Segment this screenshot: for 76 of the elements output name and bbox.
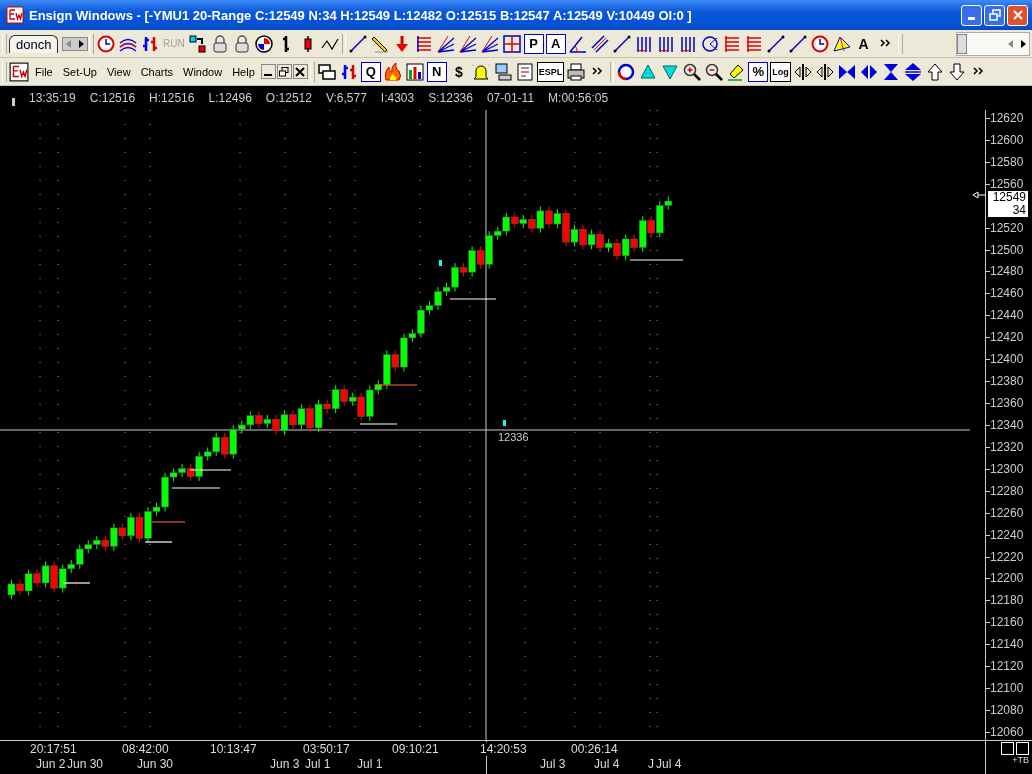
axis-label: 12320 [990, 438, 1024, 455]
menu-item[interactable]: File [31, 65, 57, 78]
menu-item[interactable]: View [103, 65, 135, 78]
axis-label: 12120 [990, 658, 1024, 675]
axis-label: 12200 [990, 570, 1024, 587]
date-label: Jun 30 [67, 757, 104, 771]
quote-value: 07-01-11 [486, 91, 535, 105]
corner-label[interactable]: +TB [1012, 755, 1029, 765]
toolbar-button[interactable]: % [748, 61, 769, 82]
toolbar-button[interactable]: N [426, 61, 447, 82]
axis-label: 12280 [990, 482, 1024, 499]
time-label: 00:26:14 [571, 742, 618, 756]
axis-label: 12600 [990, 131, 1024, 148]
quote-value: H:12516 [149, 91, 195, 105]
date-label: J [648, 757, 654, 771]
axis-label: 12260 [990, 504, 1024, 521]
axis-label: 12240 [990, 526, 1024, 543]
axis-label: 12060 [990, 723, 1024, 740]
chart-tab[interactable]: donch [9, 34, 59, 53]
toolbar-button[interactable]: A [853, 33, 874, 54]
date-label: Jun 30 [137, 757, 174, 771]
menu-item[interactable]: Help [228, 65, 259, 78]
axis-label: 12160 [990, 614, 1024, 631]
date-label: Jul 3 [540, 757, 566, 771]
axis-label: 12460 [990, 285, 1024, 302]
date-label: Jul 4 [656, 757, 682, 771]
quote-value: C:12516 [89, 91, 136, 105]
toolbar-button[interactable]: Q [360, 61, 381, 82]
quote-value: M:00:56:05 [548, 91, 609, 105]
axis-label: 12420 [990, 329, 1024, 346]
time-label: 09:10:21 [392, 742, 439, 756]
axis-label: 12380 [990, 373, 1024, 390]
toolbar-button[interactable]: ESPL [536, 61, 565, 82]
toolbar-button[interactable]: A [545, 33, 566, 54]
menu-item[interactable]: Set-Up [58, 65, 101, 78]
quote-value: L:12496 [208, 91, 252, 105]
axis-label: 12300 [990, 460, 1024, 477]
quote-value: O:12512 [265, 91, 312, 105]
last-price: 12549 [992, 190, 1026, 204]
date-label: Jul 1 [357, 757, 383, 771]
axis-label: 12400 [990, 351, 1024, 368]
time-label: 10:13:47 [210, 742, 257, 756]
crosshair-price-label: 12336 [498, 431, 529, 443]
quote-value: V:6,577 [325, 91, 367, 105]
time-label: 14:20:53 [480, 742, 527, 756]
axis-label: 12140 [990, 636, 1024, 653]
axis-label: 12500 [990, 241, 1024, 258]
bar-count: 34 [1012, 203, 1026, 217]
axis-label: 12480 [990, 263, 1024, 280]
menu-item[interactable]: Window [179, 65, 227, 78]
quote-value: 13:35:19 [29, 91, 76, 105]
axis-label: 12340 [990, 417, 1024, 433]
quote-value: I:4303 [380, 91, 415, 105]
axis-label: 12080 [990, 702, 1024, 719]
date-label: Jun 2 [36, 757, 66, 771]
axis-label: 12620 [990, 110, 1024, 126]
axis-label: 12360 [990, 395, 1024, 412]
toolbar-button[interactable]: $ [448, 61, 469, 82]
axis-label: 12220 [990, 548, 1024, 565]
axis-label: 12560 [990, 175, 1024, 192]
date-label: Jun 3 [270, 757, 300, 771]
quote-value: S:12336 [428, 91, 473, 105]
time-label: 03:50:17 [303, 742, 350, 756]
axis-label: 12100 [990, 680, 1024, 697]
axis-label: 12180 [990, 592, 1024, 609]
date-label: Jul 4 [594, 757, 620, 771]
axis-label: 12440 [990, 307, 1024, 324]
toolbar-button[interactable]: Log [770, 61, 791, 82]
axis-label: 12520 [990, 219, 1024, 236]
time-label: 20:17:51 [30, 742, 77, 756]
window-title: Ensign Windows - [-YMU1 20-Range C:12549 N:34 H:12549 L:12482 O:12515 B:12547 A:12549 V:10449 OI:0 ] [29, 7, 693, 23]
axis-label: 12580 [990, 153, 1024, 170]
menu-item[interactable]: Charts [136, 65, 178, 78]
date-label: Jul 1 [305, 757, 331, 771]
toolbar-button[interactable]: P [523, 33, 544, 54]
time-label: 08:42:00 [122, 742, 169, 756]
